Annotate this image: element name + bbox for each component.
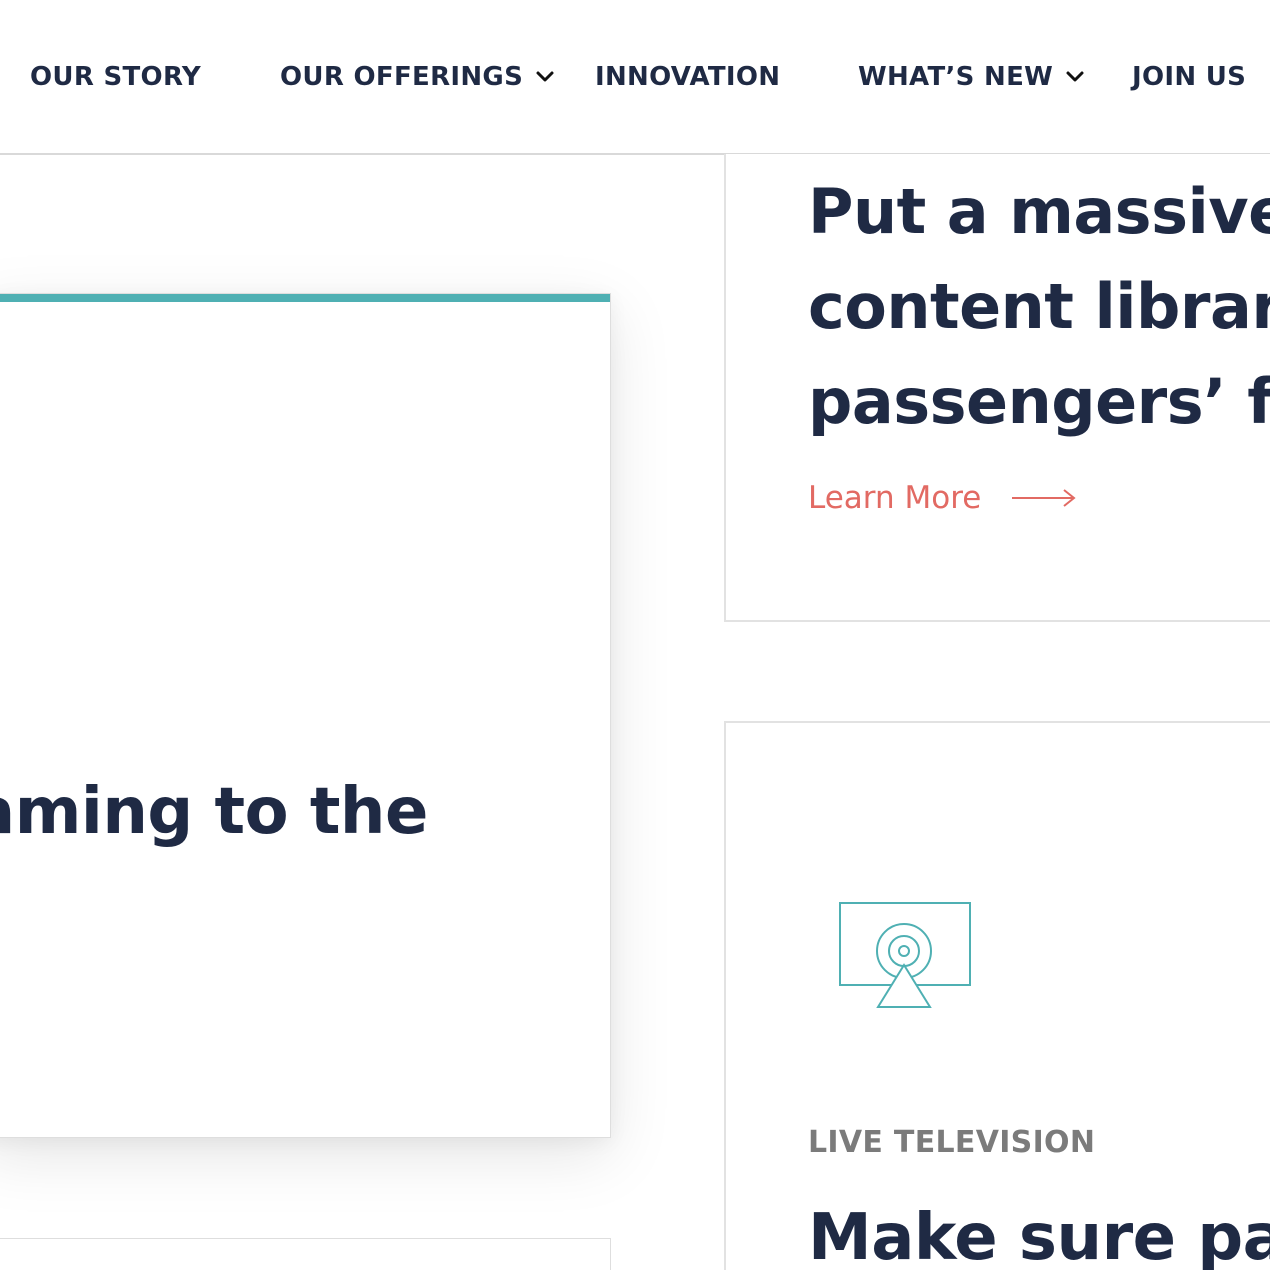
featured-card[interactable] <box>0 293 611 1138</box>
nav-item-innovation[interactable]: INNOVATION <box>595 60 780 94</box>
nav-label: JOIN US <box>1132 62 1247 92</box>
next-card[interactable] <box>0 1238 611 1270</box>
card-eyebrow: LIVE TELEVISION <box>808 1125 1096 1160</box>
live-television-card[interactable]: LIVE TELEVISION Make sure pass <box>724 721 1270 1270</box>
nav-label: OUR STORY <box>30 62 201 92</box>
nav-item-our-story[interactable]: OUR STORY <box>30 60 201 94</box>
broadcast-screen-icon <box>839 902 971 1008</box>
page: OUR STORY OUR OFFERINGS INNOVATION WHAT’… <box>0 0 1270 1270</box>
card-title: Put a massive a content library passenge… <box>808 175 1270 438</box>
nav-item-our-offerings[interactable]: OUR OFFERINGS <box>280 60 555 94</box>
nav-item-join-us[interactable]: JOIN US <box>1132 60 1246 94</box>
nav-label: OUR OFFERINGS <box>280 62 524 92</box>
arrow-right-icon <box>1012 489 1076 507</box>
nav-item-whats-new[interactable]: WHAT’S NEW <box>858 60 1085 94</box>
content-library-card[interactable]: Put a massive a content library passenge… <box>724 154 1270 622</box>
chevron-down-icon <box>1066 71 1084 82</box>
card-accent-bar <box>0 294 610 302</box>
card-title: Make sure pass <box>808 1201 1270 1270</box>
nav-label: INNOVATION <box>595 62 781 92</box>
featured-card-title: aming to the <box>0 775 428 849</box>
nav-label: WHAT’S NEW <box>858 62 1054 92</box>
chevron-down-icon <box>536 71 554 82</box>
learn-more-label: Learn More <box>808 480 982 516</box>
main-navigation: OUR STORY OUR OFFERINGS INNOVATION WHAT’… <box>0 0 1270 155</box>
learn-more-link[interactable]: Learn More <box>808 480 1077 516</box>
